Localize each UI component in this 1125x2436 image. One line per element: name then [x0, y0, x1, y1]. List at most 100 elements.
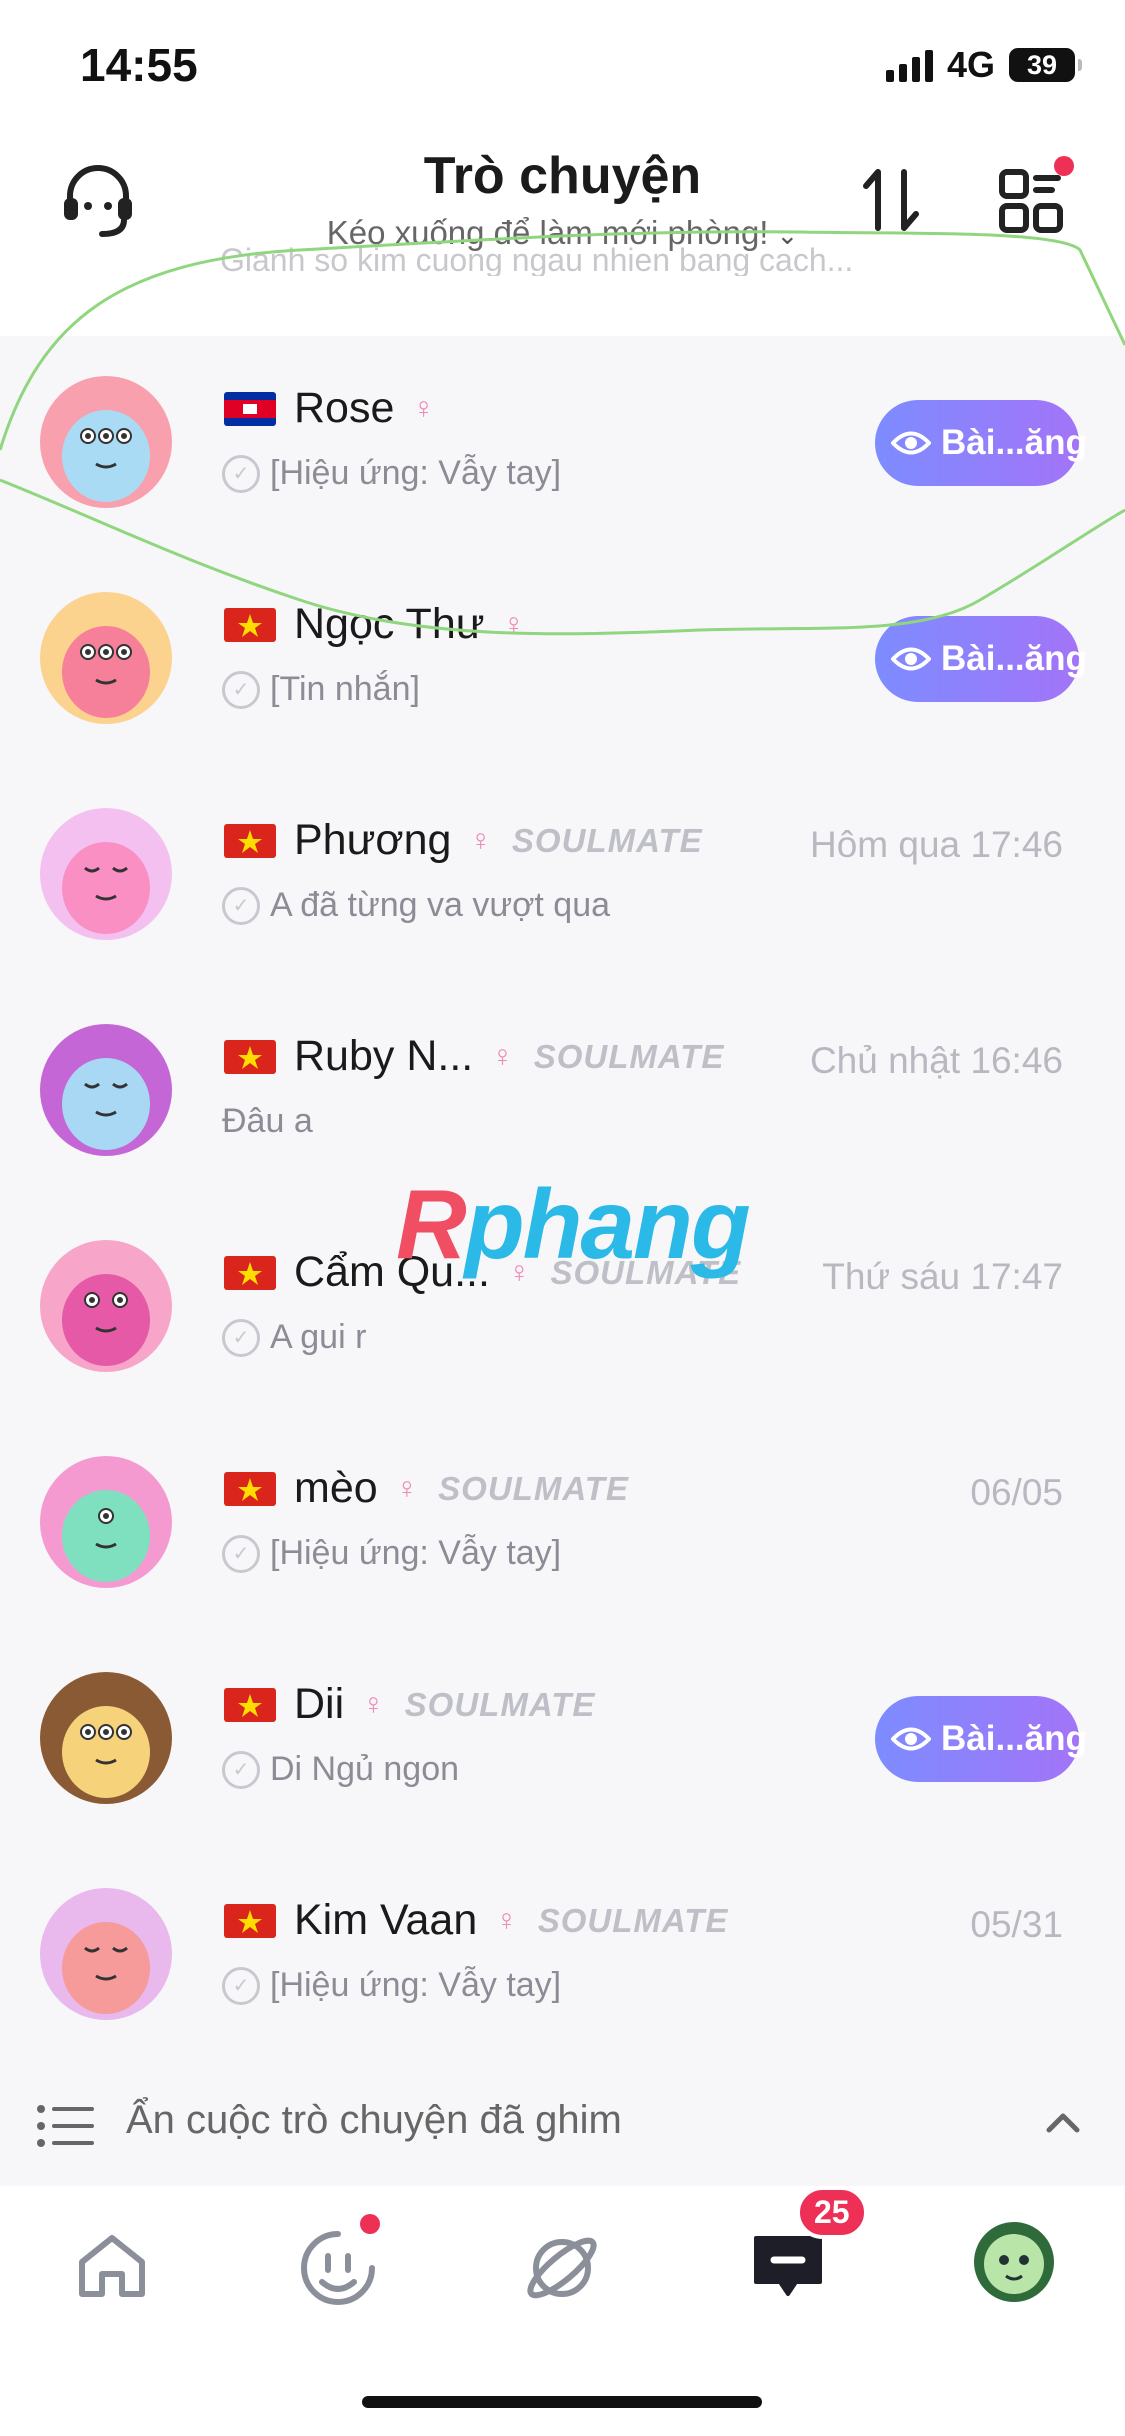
chat-preview-text: [Hiệu ứng: Vẫy tay] [270, 454, 562, 492]
chat-name-line: Ngọc Thư ♀ [294, 600, 525, 649]
chat-preview-text: [Tin nhắn] [270, 670, 420, 708]
flag-icon [224, 1472, 276, 1506]
hide-pinned-label: Ẩn cuộc trò chuyện đã ghim [126, 2098, 622, 2142]
chat-time: Thứ sáu 17:47 [822, 1256, 1063, 1297]
home-indicator [362, 2396, 762, 2408]
list-icon [36, 2104, 96, 2153]
chat-row[interactable]: Ngọc Thư ♀ ✓ [Tin nhắn] Bài...ăng [0, 552, 1125, 768]
chat-row[interactable]: Dii ♀ SOULMATE ✓ Di Ngủ ngon Bài...ăng [0, 1632, 1125, 1848]
status-right: 4G 39 [885, 44, 1082, 86]
read-check-icon: ✓ [222, 454, 260, 493]
flag-icon [224, 1040, 276, 1074]
avatar[interactable] [40, 808, 172, 940]
chat-name: Rose [294, 384, 395, 432]
flag-icon [224, 1256, 276, 1290]
chat-preview: ✓ [Tin nhắn] [222, 670, 420, 709]
chat-name-line: Rose ♀ [294, 384, 435, 433]
female-icon: ♀ [491, 1039, 514, 1073]
chat-row[interactable]: Rose ♀ ✓ [Hiệu ứng: Vẫy tay] Bài...ăng [0, 336, 1125, 552]
read-check-icon: ✓ [222, 1750, 260, 1789]
page-title: Trò chuyện [423, 147, 702, 205]
chevron-up-icon[interactable] [1041, 2100, 1085, 2149]
signal-icon [885, 48, 933, 82]
flag-icon [224, 1688, 276, 1722]
chat-preview-text: [Hiệu ứng: Vẫy tay] [270, 1966, 562, 2004]
chat-unread-badge: 25 [796, 2186, 868, 2239]
hide-pinned-bar[interactable]: Ẩn cuộc trò chuyện đã ghim [0, 2078, 1125, 2166]
read-check-icon: ✓ [222, 1966, 260, 2005]
soulmate-badge: SOULMATE [438, 1469, 629, 1507]
flag-icon [224, 824, 276, 858]
view-post-button[interactable]: Bài...ăng [875, 400, 1087, 486]
battery-icon: 39 [1009, 48, 1082, 82]
soulmate-badge: SOULMATE [537, 1901, 729, 1939]
chat-name-line: Ruby N... ♀ SOULMATE [294, 1032, 724, 1081]
female-icon: ♀ [412, 391, 435, 425]
watermark-part2: phang [464, 1169, 751, 1279]
view-post-label: Bài...ăng [941, 639, 1087, 678]
female-icon: ♀ [395, 1471, 419, 1505]
tab-chat[interactable]: 25 [746, 2186, 868, 2313]
avatar[interactable] [40, 1456, 172, 1588]
notification-dot [1054, 156, 1074, 176]
chat-name-line: Phương ♀ SOULMATE [294, 816, 703, 865]
read-check-icon: ✓ [222, 1534, 260, 1573]
status-bar: 14:55 4G 39 [0, 0, 1125, 130]
chat-time: Chủ nhật 16:46 [809, 1040, 1063, 1081]
view-post-label: Bài...ăng [941, 423, 1087, 462]
chat-preview-text: Đâu a [222, 1102, 313, 1140]
chat-preview-text: A gui r [270, 1318, 367, 1356]
chat-name: Kim Vaan [294, 1896, 478, 1944]
header: Trò chuyện Kéo xuống để làm mới phòng! ⌄ … [0, 130, 1125, 336]
grid-menu-icon[interactable] [996, 166, 1066, 236]
flag-icon [224, 392, 276, 426]
read-check-icon: ✓ [222, 670, 260, 709]
avatar[interactable] [40, 592, 172, 724]
watermark-part1: R [396, 1169, 467, 1279]
chat-row[interactable]: Phương ♀ SOULMATE Hôm qua 17:46 ✓ A đã từ… [0, 768, 1125, 984]
soulmate-badge: SOULMATE [533, 1037, 725, 1075]
chat-row[interactable]: Kim Vaan ♀ SOULMATE 05/31 ✓ [Hiệu ứng: Vẫ… [0, 1848, 1125, 2064]
tab-planet[interactable] [520, 2226, 604, 2315]
avatar[interactable] [40, 1888, 172, 2020]
banner-peek-text: Gianh so kim cuong ngau nhien bang cach.… [220, 242, 854, 276]
flag-icon [224, 608, 276, 642]
smiley-icon [301, 2231, 375, 2305]
female-icon: ♀ [495, 1903, 518, 1937]
soulmate-badge: SOULMATE [511, 821, 703, 859]
soulmate-badge: SOULMATE [404, 1685, 596, 1723]
eye-icon [891, 428, 931, 458]
female-icon: ♀ [362, 1687, 385, 1721]
chat-name-line: Kim Vaan ♀ SOULMATE [294, 1896, 728, 1945]
view-post-button[interactable]: Bài...ăng [875, 1696, 1087, 1782]
avatar[interactable] [40, 376, 172, 508]
eye-icon [891, 644, 931, 674]
chat-preview: ✓ [Hiệu ứng: Vẫy tay] [222, 1534, 561, 1573]
chat-preview-text: [Hiệu ứng: Vẫy tay] [270, 1534, 562, 1572]
read-check-icon: ✓ [222, 886, 260, 925]
view-post-button[interactable]: Bài...ăng [875, 616, 1087, 702]
chat-preview-text: A đã từng va vượt qua [270, 886, 611, 924]
eye-icon [891, 1724, 931, 1754]
chat-name: Phương [294, 816, 452, 864]
chat-preview: ✓ Di Ngủ ngon [222, 1750, 459, 1789]
avatar[interactable] [40, 1240, 172, 1372]
chat-preview: ✓ A đã từng va vượt qua [222, 886, 610, 925]
avatar[interactable] [40, 1672, 172, 1804]
sort-icon[interactable] [860, 164, 924, 236]
chat-preview: ✓ [Hiệu ứng: Vẫy tay] [222, 454, 561, 493]
chat-time: Hôm qua 17:46 [809, 824, 1063, 865]
planet-icon [527, 2237, 597, 2299]
tab-home[interactable] [72, 2226, 152, 2311]
tab-match[interactable] [296, 2214, 380, 2315]
avatar[interactable] [40, 1024, 172, 1156]
chat-name: Ruby N... [294, 1032, 474, 1080]
home-icon [79, 2235, 145, 2297]
read-check-icon: ✓ [222, 1318, 260, 1357]
battery-level: 39 [1026, 49, 1058, 80]
match-notification-dot [360, 2214, 380, 2234]
tab-profile[interactable] [972, 2220, 1056, 2309]
chat-name: Dii [294, 1680, 345, 1728]
chat-row[interactable]: mèo ♀ SOULMATE 06/05 ✓ [Hiệu ứng: Vẫy tay… [0, 1416, 1125, 1632]
avatar-icon [974, 2222, 1054, 2302]
